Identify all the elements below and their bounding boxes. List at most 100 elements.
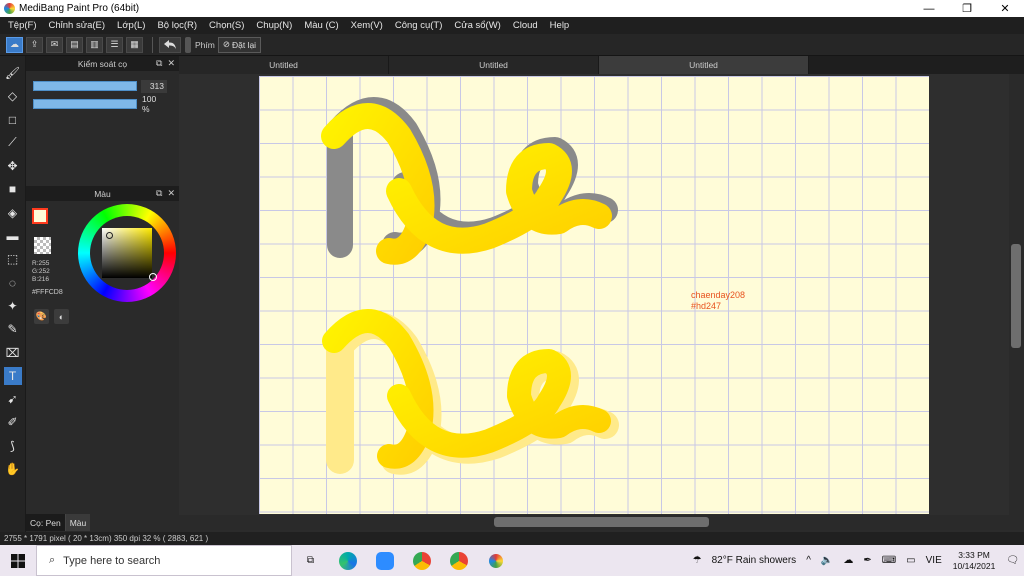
- title-bar: MediBang Paint Pro (64bit) — ❐ ✕: [0, 0, 1024, 17]
- fill-rect-tool-icon[interactable]: ■: [4, 180, 22, 198]
- doc-tab-3[interactable]: Untitled: [599, 56, 809, 74]
- select-rect-tool-icon[interactable]: ⬚: [4, 250, 22, 268]
- text-tool-icon[interactable]: T: [3, 366, 22, 385]
- menu-snap[interactable]: Chụp(N): [250, 20, 298, 31]
- minimize-button[interactable]: —: [910, 0, 948, 17]
- tab-color[interactable]: Màu: [65, 514, 91, 531]
- vertical-scroll-thumb[interactable]: [1011, 244, 1021, 348]
- panel-close-icon[interactable]: ✕: [167, 58, 175, 69]
- panel-close-icon[interactable]: ✕: [167, 188, 175, 199]
- search-placeholder: Type here to search: [63, 554, 161, 567]
- line-tool-icon[interactable]: ⟋: [4, 134, 22, 152]
- toolbar-handle[interactable]: [185, 36, 191, 53]
- vertical-scrollbar[interactable]: [1009, 74, 1024, 515]
- windows-start-icon[interactable]: [0, 545, 36, 576]
- taskbar-search[interactable]: ⌕ Type here to search: [36, 545, 292, 576]
- palette-icon[interactable]: 🎨: [34, 309, 49, 324]
- menu-help[interactable]: Help: [544, 20, 576, 31]
- hue-marker[interactable]: [149, 273, 157, 281]
- list-icon[interactable]: ☰: [106, 36, 123, 53]
- menu-edit[interactable]: Chỉnh sửa(E): [43, 20, 112, 31]
- close-button[interactable]: ✕: [986, 0, 1024, 17]
- horizontal-scroll-thumb[interactable]: [494, 517, 709, 527]
- edge-icon[interactable]: [329, 545, 366, 576]
- eraser-tool-icon[interactable]: ◇: [4, 87, 22, 105]
- task-view-icon[interactable]: ⧉: [292, 545, 329, 576]
- color-wheel[interactable]: [78, 204, 176, 302]
- notification-icon[interactable]: 🗨: [1006, 555, 1019, 566]
- foreground-color-swatch[interactable]: [32, 208, 48, 224]
- grid-icon[interactable]: ▦: [126, 36, 143, 53]
- lasso-tool-icon[interactable]: ◌: [4, 274, 22, 292]
- search-icon: ⌕: [49, 554, 56, 566]
- tab-brush[interactable]: Cọ: Pen: [26, 514, 66, 531]
- weather-text[interactable]: 82°F Rain showers: [712, 555, 797, 566]
- chevron-up-icon[interactable]: ^: [806, 555, 811, 566]
- canvas-paper[interactable]: chaenday208 #hd247: [259, 76, 929, 514]
- rgb-g: G:252: [32, 268, 50, 275]
- zoom-icon[interactable]: [366, 545, 403, 576]
- popout-icon[interactable]: ⧉: [156, 58, 162, 69]
- doc-tab-2[interactable]: Untitled: [389, 56, 599, 74]
- opacity-slider[interactable]: [33, 99, 137, 109]
- status-text: 2755 * 1791 pixel ( 20 * 13cm) 350 dpi 3…: [4, 534, 209, 543]
- clock[interactable]: 3:33 PM 10/14/2021: [953, 550, 996, 572]
- rectangle-tool-icon[interactable]: □: [4, 111, 22, 129]
- side-panels: Kiểm soát cọ ⧉ ✕ 313 100 % Màu ⧉ ✕ R:255 G…: [26, 56, 179, 532]
- menu-window[interactable]: Cửa sổ(W): [448, 20, 506, 31]
- bucket-tool-icon[interactable]: ◈: [4, 204, 22, 222]
- menu-tools[interactable]: Công cụ(T): [389, 20, 449, 31]
- menu-bar: Tệp(F) Chỉnh sửa(E) Lớp(L) Bộ lọc(R) Chọ…: [0, 17, 1024, 34]
- system-tray: ☂ 82°F Rain showers ^ 🔈 ☁ ✒ ⌨ ▭ VIE 3:33…: [688, 545, 1024, 576]
- cloud-sync-icon[interactable]: ☁: [843, 555, 853, 566]
- select-eraser-tool-icon[interactable]: ⌧: [4, 344, 22, 362]
- menu-layer[interactable]: Lớp(L): [111, 20, 151, 31]
- move-tool-icon[interactable]: ✥: [4, 157, 22, 175]
- size-value[interactable]: 313: [141, 79, 167, 93]
- pen-icon[interactable]: ✒: [863, 555, 871, 566]
- chrome-icon[interactable]: [403, 545, 440, 576]
- hand-tool-icon[interactable]: ✋: [4, 460, 22, 478]
- menu-color[interactable]: Màu (C): [298, 20, 344, 31]
- menu-file[interactable]: Tệp(F): [2, 20, 43, 31]
- document-icon[interactable]: ▥: [86, 36, 103, 53]
- magic-wand-tool-icon[interactable]: ✦: [4, 297, 22, 315]
- eyedropper-tool-icon[interactable]: ⟆: [4, 437, 22, 455]
- popout-icon[interactable]: ⧉: [156, 188, 162, 199]
- gradient-tool-icon[interactable]: ▬: [4, 227, 22, 245]
- display-icon[interactable]: ▭: [906, 555, 915, 566]
- divide-tool-icon[interactable]: ✐: [4, 413, 22, 431]
- comment-icon[interactable]: ✉: [46, 36, 63, 53]
- canvas-area[interactable]: chaenday208 #hd247: [179, 74, 1009, 515]
- color-panel: Màu ⧉ ✕ R:255 G:252 B:216 #FFFCD8 🎨 ◐: [26, 186, 179, 324]
- palette-add-icon[interactable]: ◐: [54, 309, 69, 324]
- operation-tool-icon[interactable]: ➹: [4, 390, 22, 408]
- chrome-icon-2[interactable]: [440, 545, 477, 576]
- share-icon[interactable]: ⇪: [26, 36, 43, 53]
- medibang-icon[interactable]: [477, 545, 514, 576]
- rgb-r: R:255: [32, 260, 50, 267]
- brush-panel-header: Kiểm soát cọ ⧉ ✕: [26, 56, 179, 71]
- language-indicator[interactable]: VIE: [926, 555, 942, 566]
- cloud-icon[interactable]: ☁: [6, 36, 23, 53]
- horizontal-scrollbar[interactable]: [179, 515, 1024, 530]
- rgb-readout: R:255 G:252 B:216: [32, 260, 50, 284]
- chat-icon[interactable]: ▤: [66, 36, 83, 53]
- undo-icon[interactable]: [159, 36, 181, 53]
- menu-view[interactable]: Xem(V): [345, 20, 389, 31]
- doc-tab-1[interactable]: Untitled: [179, 56, 389, 74]
- brush-tool-icon[interactable]: 🖌: [4, 64, 22, 82]
- size-slider[interactable]: [33, 81, 137, 91]
- menu-cloud[interactable]: Cloud: [507, 20, 544, 31]
- menu-select[interactable]: Chọn(S): [203, 20, 250, 31]
- menu-filter[interactable]: Bộ lọc(R): [151, 20, 203, 31]
- watermark-line-2: #hd247: [691, 301, 722, 311]
- weather-icon[interactable]: ☂: [693, 555, 702, 566]
- maximize-button[interactable]: ❐: [948, 0, 986, 17]
- keyboard-icon[interactable]: ⌨: [882, 555, 896, 566]
- transparent-swatch[interactable]: [34, 237, 51, 254]
- volume-icon[interactable]: 🔈: [821, 555, 833, 566]
- select-pen-tool-icon[interactable]: ✎: [4, 320, 22, 338]
- reset-button[interactable]: ⊘ Đặt lại: [217, 36, 262, 53]
- saturation-marker[interactable]: [106, 232, 113, 239]
